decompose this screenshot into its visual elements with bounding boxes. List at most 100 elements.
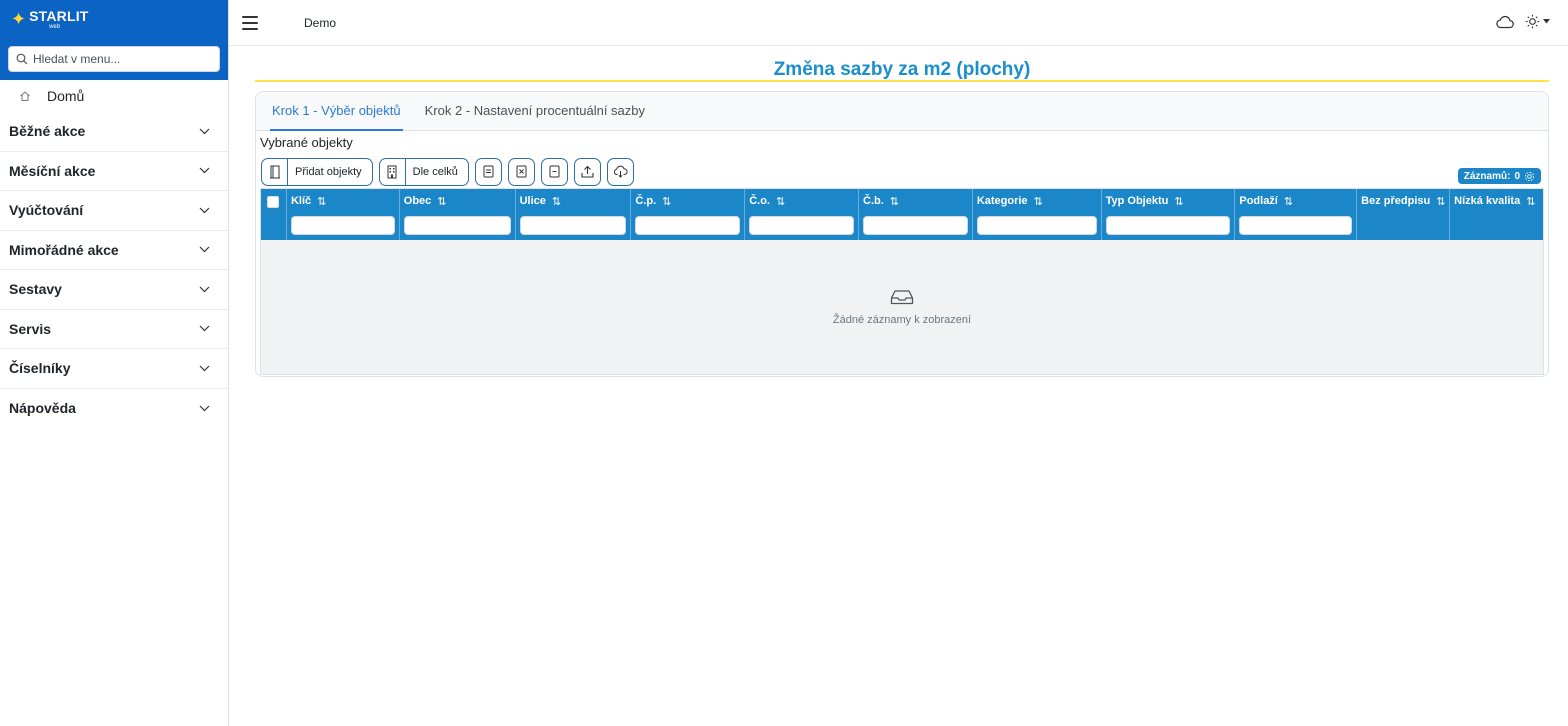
sidebar-group-mesicni-akce[interactable]: Měsíční akce <box>0 152 228 191</box>
remove-all-button[interactable] <box>540 157 568 186</box>
export-button[interactable] <box>573 157 601 186</box>
tab-step-2[interactable]: Krok 2 - Nastavení procentuální sazby <box>423 92 647 131</box>
by-units-button[interactable]: Dle celků <box>378 157 469 186</box>
column-header[interactable]: Nízká kvalita ⇅ <box>1450 189 1543 240</box>
sort-icon[interactable]: ⇅ <box>1034 195 1043 208</box>
sidebar-group-sestavy[interactable]: Sestavy <box>0 270 228 310</box>
chevron-down-icon <box>199 286 210 293</box>
chevron-down-icon <box>199 207 210 214</box>
upload-icon <box>581 165 594 178</box>
sidebar-group-vyuctovani[interactable]: Vyúčtování <box>0 191 228 231</box>
column-header[interactable]: Ulice ⇅ <box>516 189 632 240</box>
hamburger-menu-icon[interactable] <box>242 15 258 30</box>
brand-bar: ✦ STARLIT web <box>0 0 228 80</box>
cloud-download-icon <box>613 165 628 178</box>
document-x-icon <box>516 165 527 178</box>
column-header[interactable]: Typ Objektu ⇅ <box>1102 189 1236 240</box>
sidebar-group-label: Mimořádné akce <box>9 241 119 258</box>
sort-icon[interactable]: ⇅ <box>662 195 671 208</box>
sort-icon[interactable]: ⇅ <box>317 195 326 208</box>
objects-grid: Klíč ⇅ Obec ⇅ Ulice ⇅ Č.p. ⇅ Č.o. ⇅ Č.b.… <box>260 188 1544 375</box>
sidebar: ✦ STARLIT web Domů Běžné akce Měsíční ak… <box>0 0 229 726</box>
app-root: ✦ STARLIT web Domů Běžné akce Měsíční ak… <box>0 0 1568 726</box>
column-filter-input[interactable] <box>290 216 395 235</box>
column-filter-input[interactable] <box>519 216 627 235</box>
document-icon <box>483 165 494 178</box>
chevron-down-icon <box>199 365 210 372</box>
column-filter-input[interactable] <box>635 216 741 235</box>
cloud-icon[interactable] <box>1495 15 1515 29</box>
sidebar-group-label: Vyúčtování <box>9 202 84 219</box>
column-label: Č.o. <box>749 195 770 207</box>
grid-toolbar: Přidat objekty Dle celků Záznamů: 0 <box>256 157 1548 186</box>
sort-icon[interactable]: ⇅ <box>776 195 785 208</box>
sort-icon[interactable]: ⇅ <box>1174 195 1183 208</box>
sort-icon[interactable]: ⇅ <box>1526 195 1535 208</box>
chevron-down-icon <box>199 128 210 135</box>
column-filter-input[interactable] <box>403 216 511 235</box>
by-units-label: Dle celků <box>412 165 458 178</box>
column-label: Č.p. <box>635 195 657 207</box>
sort-icon[interactable]: ⇅ <box>552 195 561 208</box>
search-icon <box>16 53 28 65</box>
sun-icon <box>1525 14 1540 29</box>
sort-icon[interactable]: ⇅ <box>890 195 899 208</box>
chevron-down-icon <box>199 325 210 332</box>
remove-button[interactable] <box>507 157 535 186</box>
column-label: Podlaží <box>1239 195 1278 207</box>
gear-icon[interactable] <box>1524 171 1535 182</box>
column-filter-input[interactable] <box>1239 216 1353 235</box>
brand-text: STARLIT web <box>29 9 88 30</box>
column-header[interactable]: Č.b. ⇅ <box>859 189 973 240</box>
wizard-tabs: Krok 1 - Výběr objektů Krok 2 - Nastaven… <box>256 92 1548 131</box>
sidebar-group-bezne-akce[interactable]: Běžné akce <box>0 112 228 152</box>
sidebar-group-servis[interactable]: Servis <box>0 310 228 349</box>
column-header[interactable]: Podlaží ⇅ <box>1235 189 1358 240</box>
chevron-down-icon <box>199 167 210 174</box>
sort-icon[interactable]: ⇅ <box>1436 195 1445 208</box>
sidebar-group-label: Servis <box>9 320 52 337</box>
column-header[interactable]: Č.o. ⇅ <box>745 189 859 240</box>
add-objects-button[interactable]: Přidat objekty <box>261 157 373 186</box>
column-filter-input[interactable] <box>976 216 1097 235</box>
brand-name: STARLIT <box>29 8 89 24</box>
detail-button[interactable] <box>474 157 502 186</box>
records-count-badge: Záznamů: 0 <box>1457 168 1541 184</box>
brand-sub: web <box>49 24 61 30</box>
building-icon <box>380 158 406 185</box>
empty-message: Žádné záznamy k zobrazení <box>832 314 972 326</box>
select-all-checkbox[interactable] <box>267 196 279 208</box>
column-header[interactable]: Obec ⇅ <box>400 189 516 240</box>
breadcrumb[interactable]: Demo <box>304 16 336 30</box>
column-filter-input[interactable] <box>749 216 854 235</box>
column-header[interactable]: Klíč ⇅ <box>287 189 400 240</box>
chevron-down-icon <box>199 405 210 412</box>
home-icon <box>20 91 30 101</box>
brand-logo[interactable]: ✦ STARLIT web <box>8 9 220 37</box>
topbar: Demo <box>229 0 1568 46</box>
main-content: Změna sazby za m2 (plochy) Krok 1 - Výbě… <box>255 46 1549 377</box>
sidebar-group-ciselniky[interactable]: Číselníky <box>0 349 228 389</box>
column-header[interactable]: Č.p. ⇅ <box>631 189 746 240</box>
column-header[interactable]: Bez předpisu ⇅ <box>1357 189 1451 240</box>
page-title: Změna sazby za m2 (plochy) <box>255 46 1549 82</box>
sidebar-group-napoveda[interactable]: Nápověda <box>0 389 228 429</box>
chevron-down-icon <box>199 246 210 253</box>
sort-icon[interactable]: ⇅ <box>437 195 446 208</box>
tab-step-1[interactable]: Krok 1 - Výběr objektů <box>270 92 403 131</box>
sidebar-group-label: Měsíční akce <box>9 162 96 179</box>
wizard-card: Krok 1 - Výběr objektů Krok 2 - Nastaven… <box>255 91 1549 377</box>
sidebar-item-label: Domů <box>47 88 85 104</box>
column-filter-input[interactable] <box>863 216 968 235</box>
sidebar-group-mimoradne-akce[interactable]: Mimořádné akce <box>0 231 228 270</box>
column-filter-input[interactable] <box>1105 216 1231 235</box>
cloud-download-button[interactable] <box>606 157 634 186</box>
sort-icon[interactable]: ⇅ <box>1284 195 1293 208</box>
theme-toggle[interactable] <box>1525 14 1550 29</box>
column-header[interactable]: Kategorie ⇅ <box>973 189 1102 240</box>
add-objects-label: Přidat objekty <box>295 165 362 178</box>
sidebar-item-home[interactable]: Domů <box>0 80 228 112</box>
sidebar-group-label: Nápověda <box>9 400 76 417</box>
column-label: Obec <box>403 195 432 207</box>
menu-search-input[interactable] <box>33 52 213 66</box>
